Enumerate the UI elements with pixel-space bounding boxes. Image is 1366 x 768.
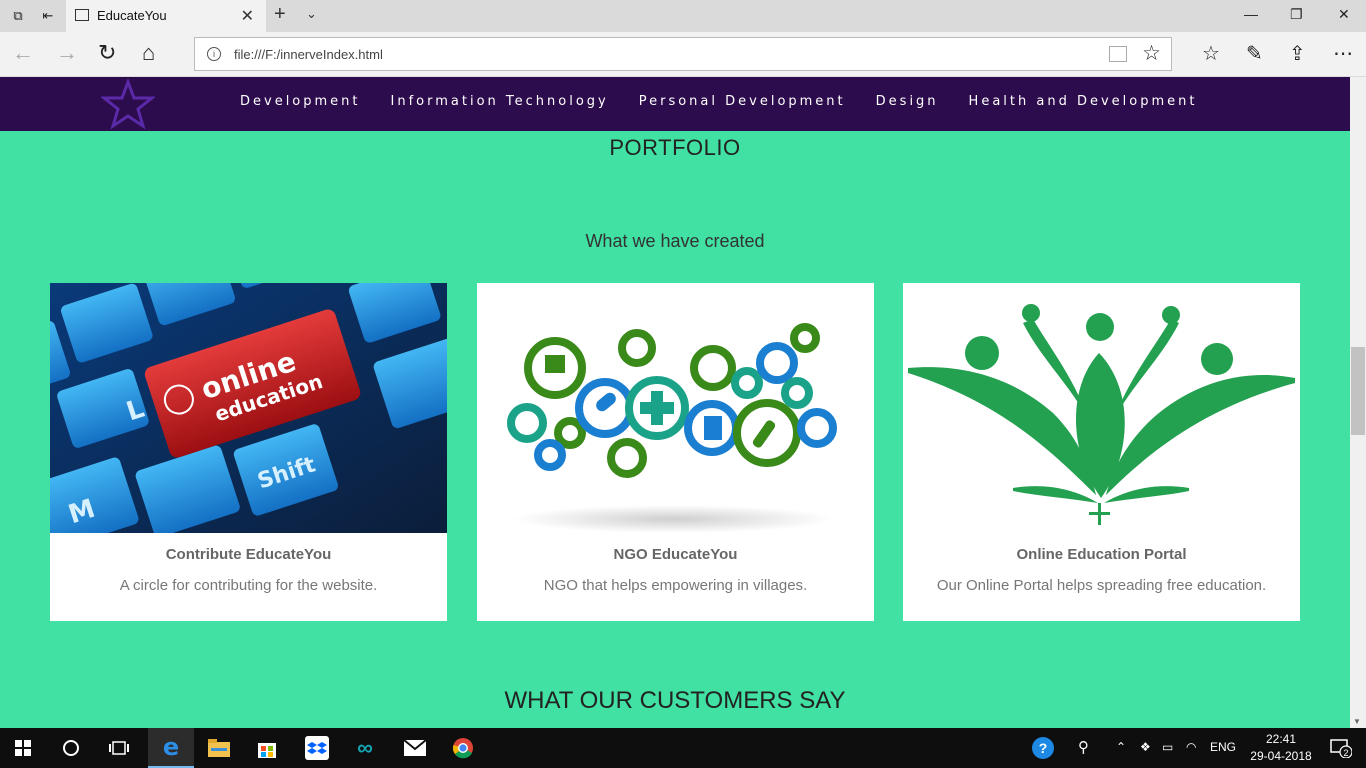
reading-view-icon[interactable] xyxy=(1109,46,1127,62)
set-tabs-aside-icon[interactable]: ⇤ xyxy=(40,8,56,24)
browser-address-bar: ← → ↻ ⌂ i file:///F:/innerveIndex.html ☆… xyxy=(0,32,1366,77)
tab-close-icon[interactable]: ✕ xyxy=(241,6,254,26)
green-people-logo-image xyxy=(903,283,1300,533)
mail-icon[interactable] xyxy=(392,728,438,768)
portfolio-subheading: What we have created xyxy=(585,231,765,251)
online-education-keyboard-image: L M Shift online education xyxy=(50,283,447,533)
favorites-hub-icon[interactable]: ☆ xyxy=(1202,41,1220,66)
tab-manager-icon[interactable]: ⧉ xyxy=(10,8,26,24)
power-tray-icon[interactable]: ▭ xyxy=(1162,740,1173,754)
medical-gears-image xyxy=(477,283,874,533)
more-menu-icon[interactable]: ⋯ xyxy=(1333,41,1353,66)
card-title: Contribute EducateYou xyxy=(165,546,332,563)
clock-date: 29-04-2018 xyxy=(1250,749,1312,763)
customers-heading: WHAT OUR CUSTOMERS SAY xyxy=(504,687,846,714)
nav-health-and-development[interactable]: Health and Development xyxy=(969,94,1198,109)
tab-list-chevron-icon[interactable]: ⌄ xyxy=(306,6,317,22)
edge-browser-icon[interactable]: e xyxy=(148,728,194,768)
network-wifi-icon[interactable]: ◠ xyxy=(1186,740,1196,754)
nav-design[interactable]: Design xyxy=(876,94,939,109)
nav-development[interactable]: Development xyxy=(240,94,361,109)
back-icon[interactable]: ← xyxy=(12,41,34,65)
refresh-icon[interactable]: ↻ xyxy=(98,41,116,65)
start-windows-icon[interactable] xyxy=(0,728,46,768)
show-hidden-icons-chevron-icon[interactable]: ⌃ xyxy=(1116,740,1126,754)
window-close-icon[interactable]: ✕ xyxy=(1338,6,1350,23)
tab-title: EducateYou xyxy=(97,8,167,23)
portfolio-card-online-portal[interactable]: Online Education Portal Our Online Porta… xyxy=(903,283,1300,621)
svg-text:2: 2 xyxy=(1343,748,1348,758)
action-center-icon[interactable]: 2 xyxy=(1318,728,1364,768)
browser-tab[interactable]: EducateYou ✕ xyxy=(66,0,266,32)
minimize-icon[interactable]: — xyxy=(1244,6,1258,22)
card-description: A circle for contributing for the websit… xyxy=(119,577,378,594)
portfolio-card-ngo[interactable]: NGO EducateYou NGO that helps empowering… xyxy=(477,283,874,621)
dropbox-tray-icon[interactable]: ❖ xyxy=(1140,740,1151,754)
site-navbar: Development Information Technology Perso… xyxy=(0,77,1350,131)
system-clock[interactable]: 22:41 29-04-2018 xyxy=(1248,731,1314,765)
chrome-icon[interactable] xyxy=(440,728,486,768)
language-indicator[interactable]: ENG xyxy=(1210,740,1236,754)
browser-tab-bar: ⧉ ⇤ EducateYou ✕ + ⌄ — ❐ ✕ xyxy=(0,0,1366,32)
share-icon[interactable]: ⇪ xyxy=(1289,41,1306,66)
file-explorer-icon[interactable] xyxy=(196,728,242,768)
page-favicon-icon xyxy=(75,9,89,21)
restore-icon[interactable]: ❐ xyxy=(1290,6,1303,23)
nav-information-technology[interactable]: Information Technology xyxy=(391,94,609,109)
arduino-icon[interactable]: ∞ xyxy=(342,728,388,768)
card-title: NGO EducateYou xyxy=(613,546,738,563)
site-info-icon[interactable]: i xyxy=(207,47,221,61)
portfolio-heading: PORTFOLIO xyxy=(609,135,741,160)
clock-time: 22:41 xyxy=(1265,732,1297,746)
windows-taskbar: e ∞ ? ⚲ ⌃ ❖ ▭ ◠ ENG 22:41 29-04-2018 2 xyxy=(0,728,1366,768)
star-logo-icon[interactable] xyxy=(101,79,155,129)
help-tray-icon[interactable]: ? xyxy=(1020,728,1066,768)
url-field[interactable]: i file:///F:/innerveIndex.html ☆ xyxy=(194,37,1172,71)
dropbox-icon[interactable] xyxy=(294,728,340,768)
scroll-down-icon[interactable]: ▼ xyxy=(1353,717,1361,726)
people-icon[interactable]: ⚲ xyxy=(1078,738,1089,756)
scrollbar-thumb[interactable] xyxy=(1351,347,1365,435)
card-description: NGO that helps empowering in villages. xyxy=(543,577,808,594)
forward-icon[interactable]: → xyxy=(56,41,78,65)
card-description: Our Online Portal helps spreading free e… xyxy=(936,577,1267,594)
portfolio-card-contribute[interactable]: L M Shift online education Contribute Ed… xyxy=(50,283,447,621)
card-title: Online Education Portal xyxy=(1016,546,1187,563)
task-view-icon[interactable] xyxy=(96,728,142,768)
url-text: file:///F:/innerveIndex.html xyxy=(234,47,383,62)
store-icon[interactable] xyxy=(244,728,290,768)
new-tab-icon[interactable]: + xyxy=(274,3,286,26)
page-scrollbar[interactable]: ▼ xyxy=(1350,77,1366,728)
cortana-search-icon[interactable] xyxy=(48,728,94,768)
page-viewport: Development Information Technology Perso… xyxy=(0,77,1350,728)
favorite-star-icon[interactable]: ☆ xyxy=(1142,41,1161,66)
nav-personal-development[interactable]: Personal Development xyxy=(639,94,846,109)
web-note-icon[interactable]: ✎ xyxy=(1246,41,1263,66)
home-icon[interactable]: ⌂ xyxy=(142,41,155,65)
